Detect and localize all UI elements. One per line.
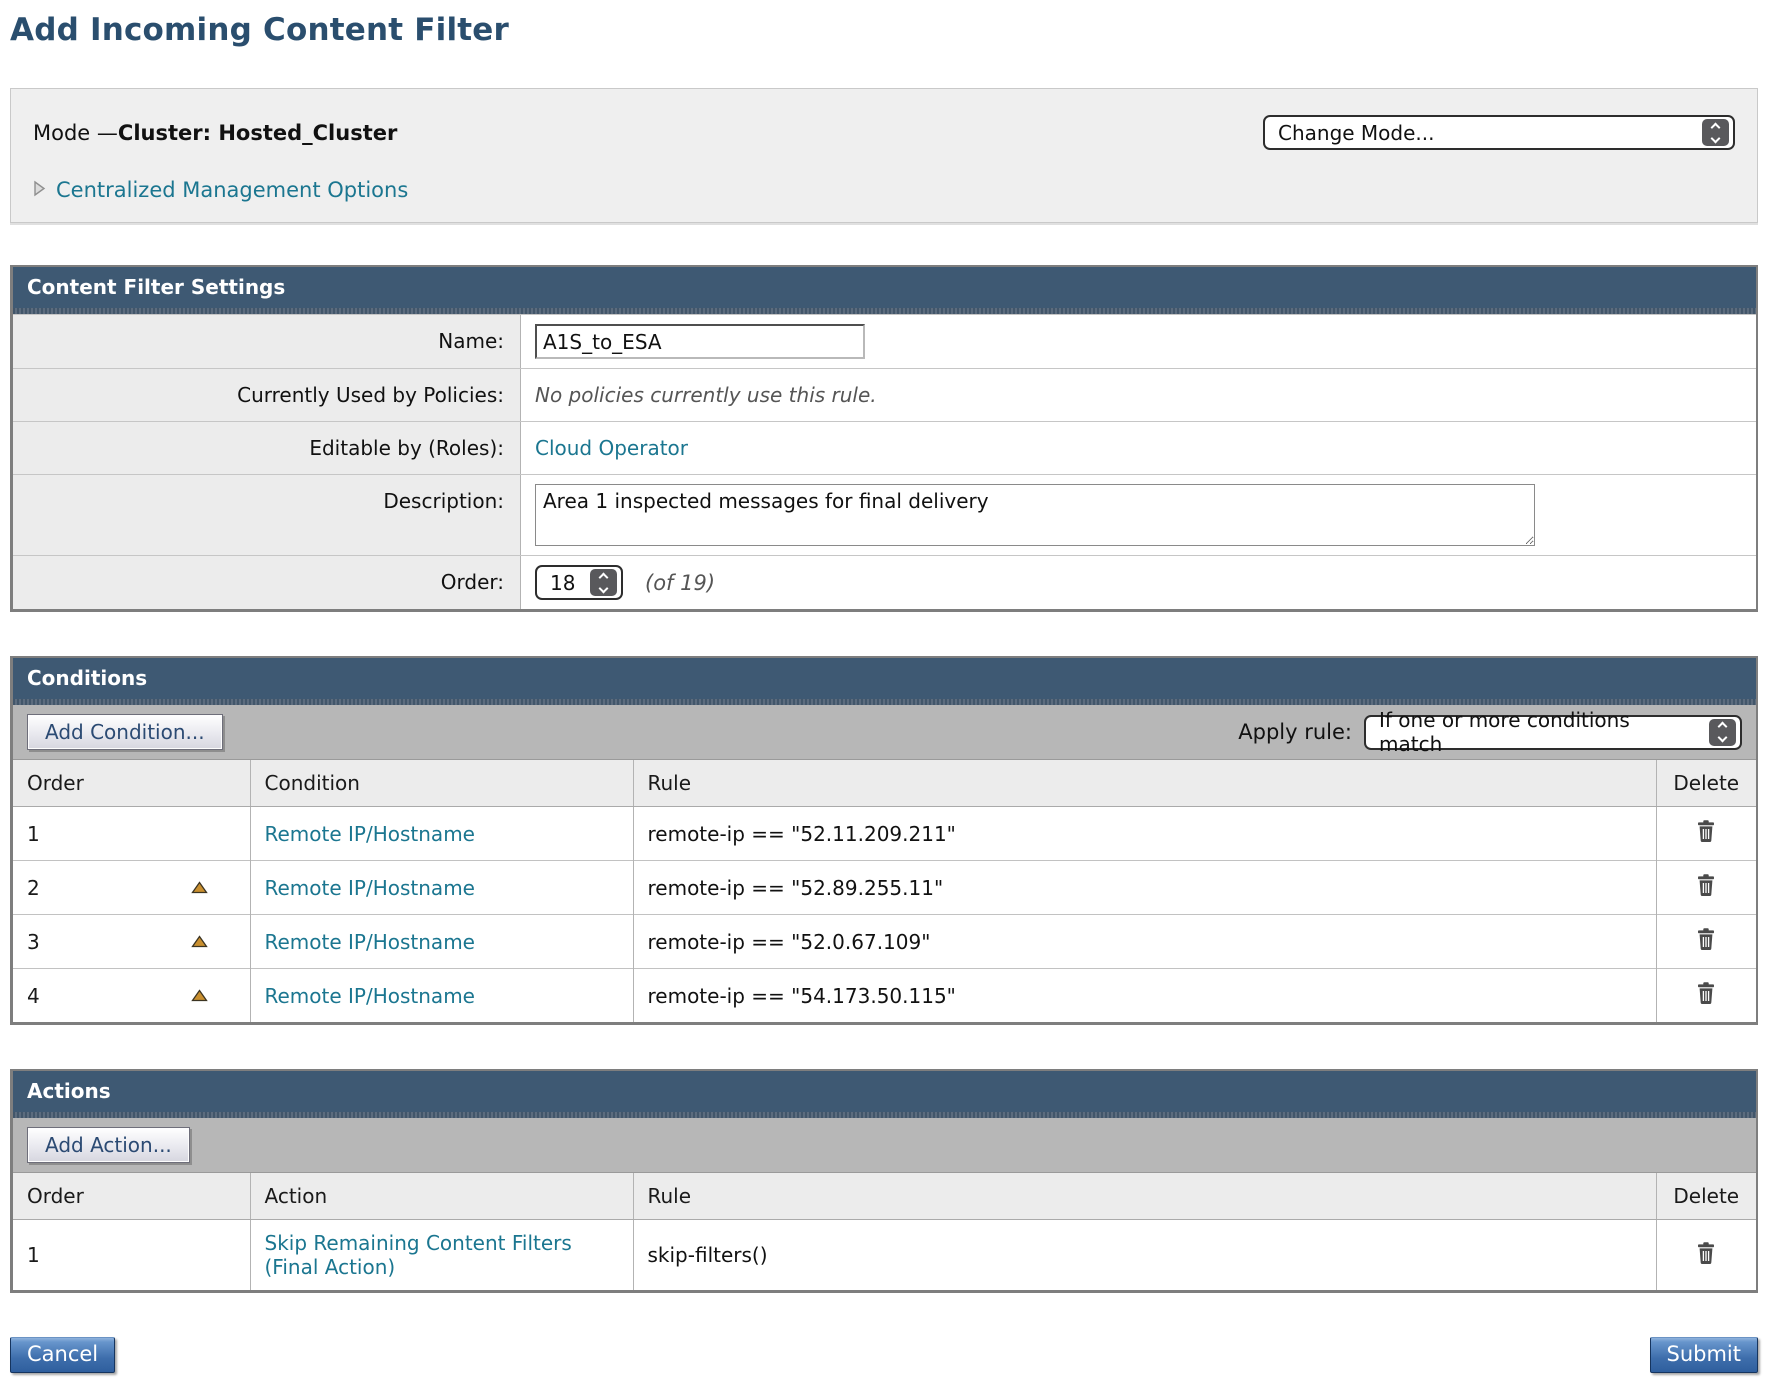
order-select[interactable]: 18 bbox=[535, 565, 623, 600]
column-header-order: Order bbox=[13, 760, 250, 807]
conditions-table-header-row: Order Condition Rule Delete bbox=[13, 760, 1756, 807]
column-header-order: Order bbox=[13, 1173, 250, 1220]
condition-link[interactable]: Remote IP/Hostname bbox=[265, 822, 475, 846]
select-stepper-icon bbox=[1702, 119, 1729, 146]
condition-order: 3 bbox=[27, 930, 40, 954]
column-header-condition: Condition bbox=[250, 760, 633, 807]
footer-button-row: Cancel Submit bbox=[10, 1337, 1758, 1387]
condition-rule: remote-ip == "52.11.209.211" bbox=[648, 822, 956, 846]
content-filter-settings-header: Content Filter Settings bbox=[13, 267, 1756, 308]
change-mode-select[interactable]: Change Mode... bbox=[1263, 115, 1735, 150]
order-selected-value: 18 bbox=[550, 571, 575, 595]
add-condition-button[interactable]: Add Condition... bbox=[27, 714, 223, 750]
policies-status-text: No policies currently use this rule. bbox=[535, 383, 877, 407]
condition-row: 2 Remote IP/Hostname remote-ip == "52.89… bbox=[13, 861, 1756, 915]
cancel-button[interactable]: Cancel bbox=[10, 1337, 115, 1373]
action-order: 1 bbox=[27, 1243, 40, 1267]
policies-row: Currently Used by Policies: No policies … bbox=[13, 368, 1756, 421]
mode-text: Mode —Cluster: Hosted_Cluster bbox=[33, 121, 397, 145]
chevron-up-icon bbox=[599, 572, 609, 582]
condition-link[interactable]: Remote IP/Hostname bbox=[265, 876, 475, 900]
move-up-icon[interactable] bbox=[191, 881, 236, 894]
apply-rule-select[interactable]: If one or more conditions match bbox=[1364, 715, 1742, 750]
description-label: Description: bbox=[13, 475, 521, 555]
trash-icon[interactable] bbox=[1694, 1240, 1718, 1266]
cluster-name: Cluster: Hosted_Cluster bbox=[118, 121, 397, 145]
page-title: Add Incoming Content Filter bbox=[10, 12, 1758, 48]
condition-row: 4 Remote IP/Hostname remote-ip == "54.17… bbox=[13, 969, 1756, 1023]
select-stepper-icon bbox=[1709, 719, 1736, 746]
content-filter-settings-section: Content Filter Settings Name: Currently … bbox=[10, 265, 1758, 612]
conditions-header: Conditions bbox=[13, 658, 1756, 699]
actions-table-header-row: Order Action Rule Delete bbox=[13, 1173, 1756, 1220]
column-header-delete: Delete bbox=[1656, 1173, 1756, 1220]
action-row: 1 Skip Remaining Content Filters (Final … bbox=[13, 1220, 1756, 1291]
order-row: Order: 18 (of 19) bbox=[13, 555, 1756, 609]
change-mode-selected-value: Change Mode... bbox=[1278, 121, 1435, 145]
condition-order: 1 bbox=[27, 822, 40, 846]
move-up-icon[interactable] bbox=[191, 989, 236, 1002]
column-header-delete: Delete bbox=[1656, 760, 1756, 807]
actions-table: Order Action Rule Delete 1 Skip Remainin… bbox=[13, 1173, 1756, 1290]
trash-icon[interactable] bbox=[1694, 926, 1718, 952]
roles-row: Editable by (Roles): Cloud Operator bbox=[13, 421, 1756, 474]
condition-row: 1 Remote IP/Hostname remote-ip == "52.11… bbox=[13, 807, 1756, 861]
description-row: Description: Area 1 inspected messages f… bbox=[13, 474, 1756, 555]
order-total-text: (of 19) bbox=[645, 571, 715, 595]
trash-icon[interactable] bbox=[1694, 980, 1718, 1006]
centralized-management-options-link[interactable]: Centralized Management Options bbox=[56, 178, 408, 202]
condition-rule: remote-ip == "52.0.67.109" bbox=[648, 930, 931, 954]
submit-button[interactable]: Submit bbox=[1650, 1337, 1759, 1373]
condition-rule: remote-ip == "52.89.255.11" bbox=[648, 876, 944, 900]
description-textarea[interactable]: Area 1 inspected messages for final deli… bbox=[535, 484, 1535, 546]
policies-label: Currently Used by Policies: bbox=[13, 369, 521, 421]
column-header-rule: Rule bbox=[633, 760, 1656, 807]
condition-link[interactable]: Remote IP/Hostname bbox=[265, 930, 475, 954]
name-input[interactable] bbox=[535, 324, 865, 359]
name-row: Name: bbox=[13, 314, 1756, 368]
apply-rule-label: Apply rule: bbox=[1238, 720, 1352, 744]
add-action-button[interactable]: Add Action... bbox=[27, 1127, 190, 1163]
roles-label: Editable by (Roles): bbox=[13, 422, 521, 474]
actions-section: Actions Add Action... Order Action Rule … bbox=[10, 1069, 1758, 1293]
condition-row: 3 Remote IP/Hostname remote-ip == "52.0.… bbox=[13, 915, 1756, 969]
trash-icon[interactable] bbox=[1694, 872, 1718, 898]
trash-icon[interactable] bbox=[1694, 818, 1718, 844]
mode-panel: Mode —Cluster: Hosted_Cluster Change Mod… bbox=[10, 88, 1758, 223]
column-header-rule: Rule bbox=[633, 1173, 1656, 1220]
conditions-section: Conditions Add Condition... Apply rule: … bbox=[10, 656, 1758, 1025]
chevron-down-icon bbox=[599, 583, 609, 593]
order-label: Order: bbox=[13, 556, 521, 609]
apply-rule-selected-value: If one or more conditions match bbox=[1379, 708, 1699, 756]
chevron-up-icon bbox=[1711, 122, 1721, 132]
name-label: Name: bbox=[13, 315, 521, 368]
select-stepper-icon bbox=[590, 569, 617, 596]
action-rule: skip-filters() bbox=[648, 1243, 768, 1267]
chevron-up-icon bbox=[1718, 722, 1728, 732]
cloud-operator-link[interactable]: Cloud Operator bbox=[535, 436, 688, 460]
actions-toolbar: Add Action... bbox=[13, 1118, 1756, 1173]
conditions-toolbar: Add Condition... Apply rule: If one or m… bbox=[13, 705, 1756, 760]
conditions-table: Order Condition Rule Delete 1 Remote IP/… bbox=[13, 760, 1756, 1022]
mode-label: Mode — bbox=[33, 121, 118, 145]
page-container: Add Incoming Content Filter Mode —Cluste… bbox=[0, 0, 1770, 1387]
expand-triangle-icon[interactable] bbox=[33, 180, 46, 201]
column-header-action: Action bbox=[250, 1173, 633, 1220]
condition-link[interactable]: Remote IP/Hostname bbox=[265, 984, 475, 1008]
chevron-down-icon bbox=[1718, 733, 1728, 743]
chevron-down-icon bbox=[1711, 133, 1721, 143]
condition-order: 2 bbox=[27, 876, 40, 900]
actions-header: Actions bbox=[13, 1071, 1756, 1112]
move-up-icon[interactable] bbox=[191, 935, 236, 948]
action-link[interactable]: Skip Remaining Content Filters (Final Ac… bbox=[265, 1231, 572, 1279]
condition-rule: remote-ip == "54.173.50.115" bbox=[648, 984, 956, 1008]
condition-order: 4 bbox=[27, 984, 40, 1008]
